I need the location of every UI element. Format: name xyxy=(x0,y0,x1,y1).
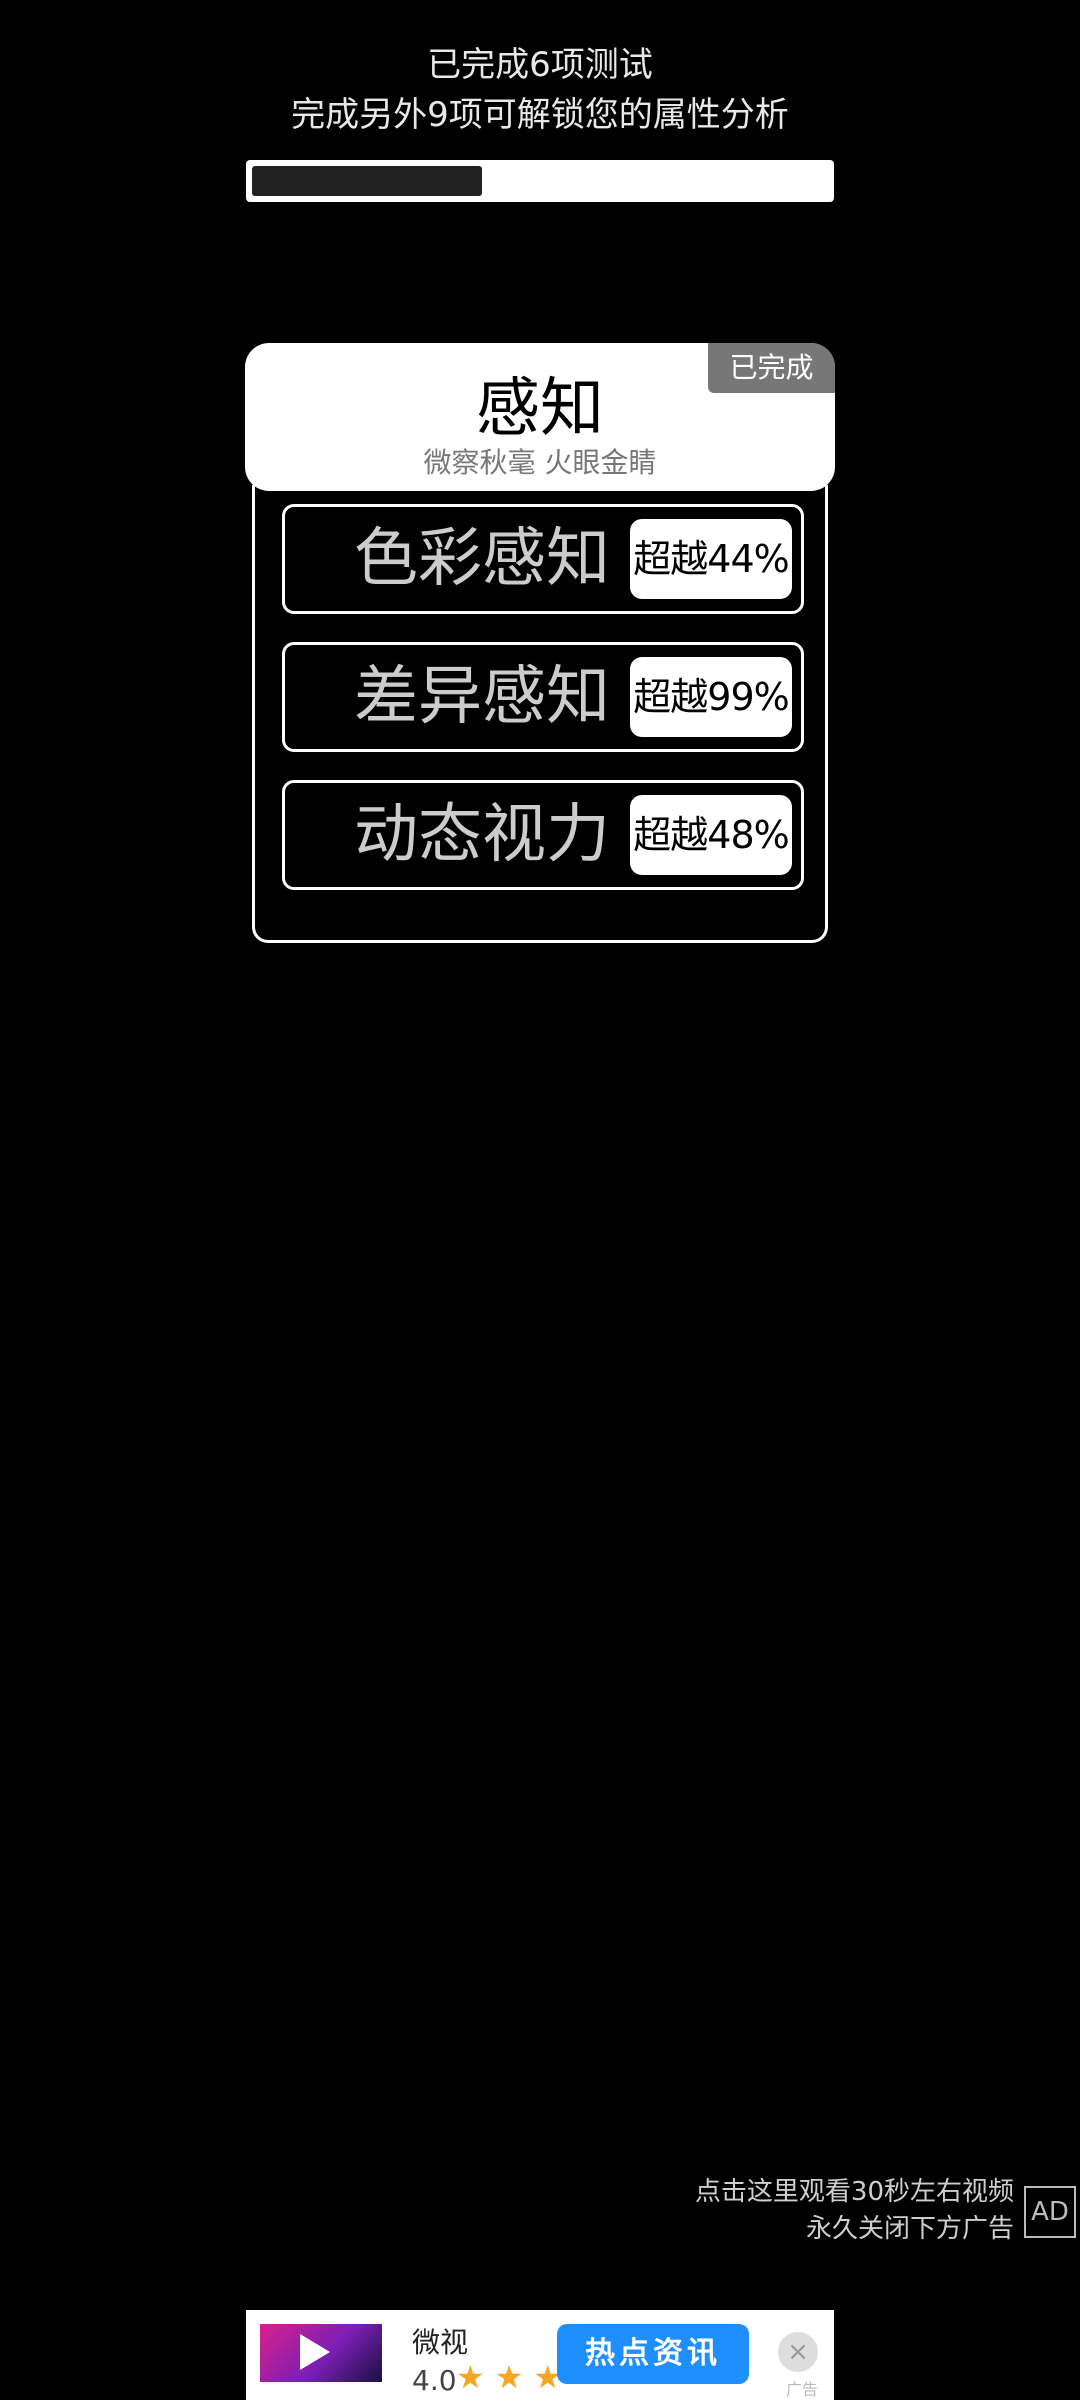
ad-app-name: 微视 xyxy=(412,2326,469,2359)
test-item-color-perception[interactable]: 色彩感知 超越44% xyxy=(282,504,804,614)
ad-hint-line1: 点击这里观看30秒左右视频 xyxy=(694,2177,1014,2207)
category-subtitle: 微察秋毫 火眼金睛 xyxy=(423,446,657,479)
test-item-dynamic-vision[interactable]: 动态视力 超越48% xyxy=(282,780,804,890)
category-card-header[interactable]: 已完成 感知 微察秋毫 火眼金睛 xyxy=(245,343,835,491)
category-title: 感知 xyxy=(476,372,604,446)
watch-video-remove-ads-link[interactable]: 点击这里观看30秒左右视频 永久关闭下方广告 xyxy=(695,2174,1014,2248)
no-ads-icon[interactable]: AD xyxy=(1024,2186,1076,2238)
progress-summary: 已完成6项测试 完成另外9项可解锁您的属性分析 xyxy=(0,40,1080,140)
progress-bar-fill xyxy=(252,166,482,196)
ad-cta-button[interactable]: 热点资讯 xyxy=(557,2324,749,2384)
ad-label: 广告 xyxy=(786,2380,819,2399)
test-item-score: 超越44% xyxy=(630,519,792,599)
test-item-label: 差异感知 xyxy=(354,660,610,734)
test-item-score: 超越48% xyxy=(630,795,792,875)
test-item-label: 色彩感知 xyxy=(354,522,610,596)
test-item-label: 动态视力 xyxy=(354,798,610,872)
remaining-count-text: 完成另外9项可解锁您的属性分析 xyxy=(291,95,789,135)
ad-banner[interactable]: 微视 4.0 ★★★ 热点资讯 × 广告 xyxy=(246,2310,834,2400)
ad-app-rating: 4.0 xyxy=(412,2364,457,2397)
completed-count-text: 已完成6项测试 xyxy=(427,45,653,85)
star-icon: ★★★ xyxy=(456,2358,573,2396)
test-item-score: 超越99% xyxy=(630,657,792,737)
category-test-list: 色彩感知 超越44% 差异感知 超越99% 动态视力 超越48% xyxy=(252,485,828,943)
play-icon xyxy=(300,2334,330,2370)
progress-bar xyxy=(246,160,834,202)
ad-app-thumbnail xyxy=(260,2324,382,2382)
ad-hint-line2: 永久关闭下方广告 xyxy=(805,2214,1014,2244)
test-item-difference-perception[interactable]: 差异感知 超越99% xyxy=(282,642,804,752)
close-icon[interactable]: × xyxy=(778,2332,818,2372)
